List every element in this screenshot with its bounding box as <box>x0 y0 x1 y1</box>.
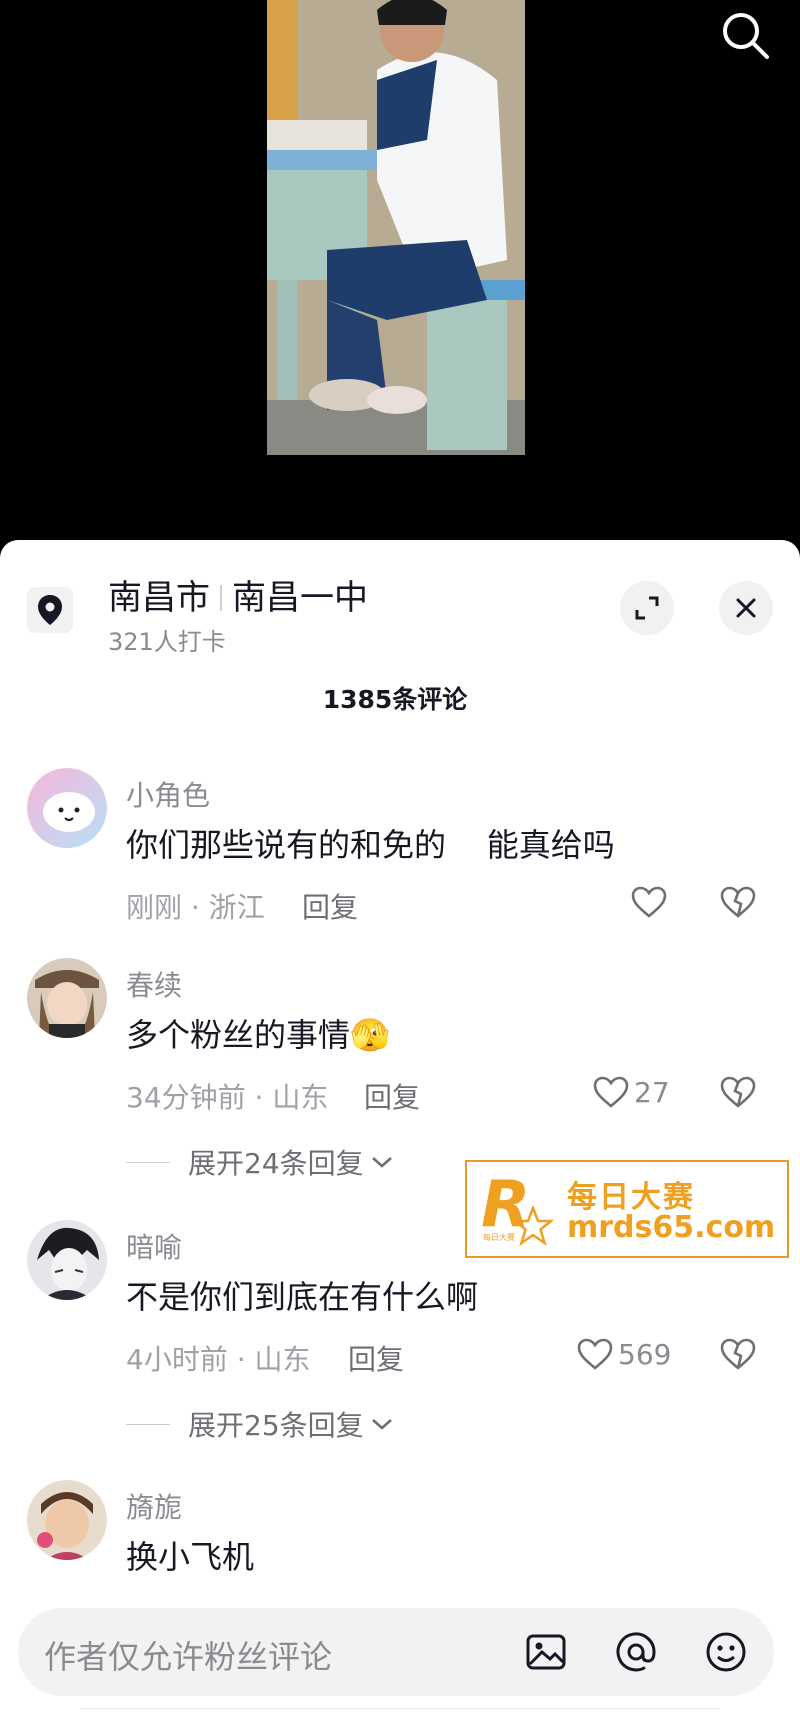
video-player[interactable] <box>0 0 800 545</box>
reply-button[interactable]: 回复 <box>364 1076 420 1116</box>
emoji-thinking: 🫣 <box>350 1016 390 1054</box>
image-button[interactable] <box>522 1628 570 1676</box>
reply-button[interactable]: 回复 <box>348 1338 404 1378</box>
reply-button[interactable]: 回复 <box>302 886 358 926</box>
checkin-count: 321人打卡 <box>108 628 226 656</box>
watermark-url: mrds65.com <box>567 1210 776 1245</box>
heart-icon <box>631 886 667 918</box>
watermark-logo: R 每日大赛 每日大赛 mrds65.com <box>465 1160 789 1258</box>
avatar[interactable] <box>27 958 107 1038</box>
divider <box>220 585 222 611</box>
heart-icon <box>577 1338 613 1370</box>
comment-text: 不是你们到底在有什么啊 <box>126 1278 479 1316</box>
avatar[interactable] <box>27 1220 107 1300</box>
dislike-button[interactable] <box>718 882 758 922</box>
comment-username[interactable]: 小角色 <box>126 774 210 814</box>
broken-heart-icon <box>720 886 756 918</box>
at-icon <box>616 1632 656 1672</box>
broken-heart-icon <box>720 1076 756 1108</box>
close-button[interactable] <box>719 581 773 635</box>
location-city[interactable]: 南昌市 <box>108 578 210 618</box>
comment-input-bar[interactable]: 作者仅允许粉丝评论 <box>18 1608 774 1696</box>
location-pin-icon[interactable] <box>27 587 73 633</box>
expand-replies-label: 展开24条回复 <box>188 1147 364 1180</box>
comment-text: 多个粉丝的事情🫣 <box>126 1010 390 1056</box>
divider <box>126 1161 170 1163</box>
like-button[interactable]: 27 <box>592 1072 670 1112</box>
search-button[interactable] <box>718 8 774 64</box>
image-icon <box>526 1634 566 1670</box>
emoji-icon <box>706 1632 746 1672</box>
comment-input-placeholder[interactable]: 作者仅允许粉丝评论 <box>44 1632 332 1678</box>
comment-text-body: 多个粉丝的事情 <box>126 1016 351 1054</box>
expand-icon <box>635 596 659 620</box>
like-button[interactable]: 569 <box>576 1334 671 1374</box>
comment-meta: 刚刚 · 浙江 <box>126 891 265 924</box>
like-button[interactable] <box>630 882 672 922</box>
expand-replies-button[interactable]: 展开25条回复 <box>126 1404 394 1444</box>
like-count: 27 <box>634 1075 670 1109</box>
comment-meta: 34分钟前 · 山东 <box>126 1081 329 1114</box>
comments-sheet: 南昌市 南昌一中 321人打卡 1385条评论 小角色 你们那些说有的和免的 能真… <box>0 540 800 1715</box>
video-scene <box>267 0 525 455</box>
comment-username[interactable]: 春续 <box>126 964 182 1004</box>
comment-username[interactable]: 旖旎 <box>126 1486 182 1526</box>
chevron-down-icon <box>371 1157 392 1168</box>
watermark-small-text: 每日大赛 <box>483 1233 515 1242</box>
search-icon <box>723 13 769 59</box>
chevron-down-icon <box>371 1419 392 1430</box>
broken-heart-icon <box>720 1338 756 1370</box>
divider <box>126 1423 170 1425</box>
comment-count: 1385条评论 <box>322 685 468 714</box>
location-title[interactable]: 南昌市 南昌一中 <box>108 570 368 619</box>
comment-meta: 4小时前 · 山东 <box>126 1343 311 1376</box>
location-place[interactable]: 南昌一中 <box>232 578 368 618</box>
comment-text: 换小飞机 <box>126 1538 255 1576</box>
comment-username[interactable]: 暗喻 <box>126 1226 182 1266</box>
divider <box>80 1708 720 1715</box>
expand-replies-label: 展开25条回复 <box>188 1409 364 1442</box>
comment-text: 你们那些说有的和免的 能真给吗 <box>126 826 615 864</box>
close-icon <box>736 598 756 618</box>
mention-button[interactable] <box>612 1628 660 1676</box>
video-frame <box>267 0 525 455</box>
like-count: 569 <box>618 1337 672 1371</box>
dislike-button[interactable] <box>718 1072 758 1112</box>
expand-button[interactable] <box>620 581 674 635</box>
star-icon <box>513 1206 553 1246</box>
avatar[interactable] <box>27 1480 107 1560</box>
avatar[interactable] <box>27 768 107 848</box>
emoji-button[interactable] <box>702 1628 750 1676</box>
dislike-button[interactable] <box>718 1334 758 1374</box>
expand-replies-button[interactable]: 展开24条回复 <box>126 1142 394 1182</box>
heart-icon <box>593 1076 629 1108</box>
